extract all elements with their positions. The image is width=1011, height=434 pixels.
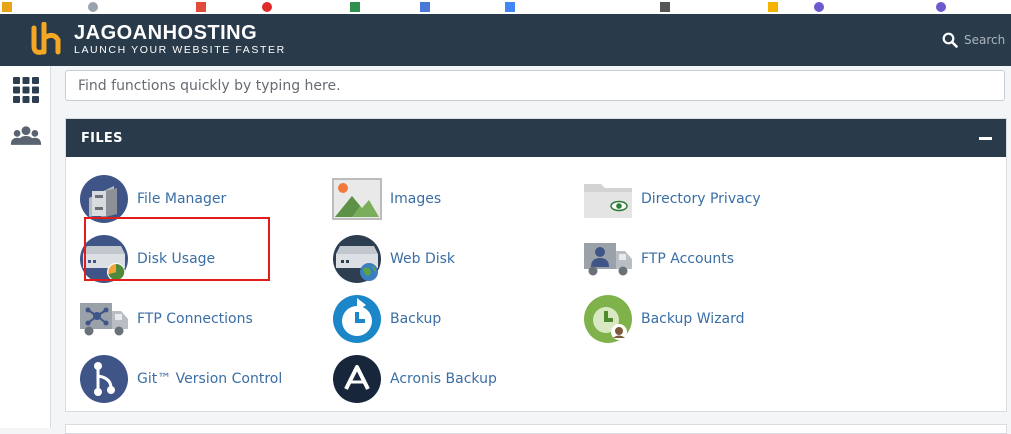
docs-bookmark-icon[interactable]: [505, 2, 515, 12]
ftp-accounts-icon: [584, 243, 632, 276]
bookmark-icon[interactable]: [660, 2, 670, 12]
next-panel-edge: [65, 424, 1007, 434]
web-disk-icon: [333, 235, 381, 283]
backup-wizard-icon: [584, 295, 632, 343]
git-version-control-label: Git™ Version Control: [137, 371, 283, 387]
backup-wizard-link[interactable]: Backup Wizard: [583, 293, 745, 345]
ftp-connections-link[interactable]: FTP Connections: [79, 293, 253, 345]
ftp-accounts-link[interactable]: FTP Accounts: [583, 233, 734, 285]
directory-privacy-icon: [584, 184, 632, 218]
users-icon[interactable]: [10, 120, 42, 152]
git-version-control-link[interactable]: Git™ Version Control: [79, 353, 282, 405]
bookmark-icon[interactable]: [350, 2, 360, 12]
youtube-bookmark-icon[interactable]: [262, 2, 272, 12]
ftp-connections-icon: [80, 303, 128, 336]
bookmarks-bar: [0, 0, 1011, 15]
images-icon: [332, 178, 382, 220]
brand-name[interactable]: JAGOANHOSTING: [74, 22, 257, 45]
web-disk-label: Web Disk: [390, 251, 456, 267]
bookmark-icon[interactable]: [420, 2, 430, 12]
apps-bookmark-icon[interactable]: [2, 2, 12, 12]
backup-icon: [333, 295, 381, 343]
file-manager-highlight-box: [84, 217, 270, 281]
bookmark-icon[interactable]: [814, 2, 824, 12]
grid-icon[interactable]: [10, 74, 42, 106]
brand-tagline: LAUNCH YOUR WEBSITE FASTER: [74, 44, 286, 56]
bookmark-icon[interactable]: [936, 2, 946, 12]
ftp-connections-label: FTP Connections: [137, 311, 253, 327]
images-label: Images: [390, 191, 442, 207]
bookmark-icon[interactable]: [196, 2, 206, 12]
files-panel-header[interactable]: FILES: [66, 119, 1006, 157]
backup-label: Backup: [390, 311, 442, 327]
images-link[interactable]: Images: [332, 173, 441, 225]
files-panel-title: FILES: [81, 131, 123, 146]
file-manager-label: File Manager: [137, 191, 227, 207]
acronis-backup-label: Acronis Backup: [390, 371, 497, 387]
collapse-icon[interactable]: [979, 137, 992, 140]
sidebar: [0, 66, 51, 428]
top-header: JAGOANHOSTING LAUNCH YOUR WEBSITE FASTER: [0, 14, 1011, 66]
header-search-input[interactable]: [964, 29, 1011, 51]
files-panel: FILES File Manager Images Directory Priv…: [65, 118, 1007, 412]
search-icon[interactable]: [942, 32, 958, 48]
web-disk-link[interactable]: Web Disk: [332, 233, 455, 285]
bookmark-icon[interactable]: [88, 2, 98, 12]
main-content: FILES File Manager Images: [50, 66, 1011, 434]
brand-logo-icon[interactable]: [28, 22, 68, 58]
acronis-backup-link[interactable]: Acronis Backup: [332, 353, 497, 405]
directory-privacy-label: Directory Privacy: [641, 191, 761, 207]
directory-privacy-link[interactable]: Directory Privacy: [583, 173, 761, 225]
git-icon: [80, 355, 128, 403]
acronis-icon: [333, 355, 381, 403]
ftp-accounts-label: FTP Accounts: [641, 251, 735, 267]
backup-wizard-label: Backup Wizard: [641, 311, 745, 327]
backup-link[interactable]: Backup: [332, 293, 441, 345]
function-search-input[interactable]: [65, 70, 1005, 101]
bookmark-icon[interactable]: [768, 2, 778, 12]
